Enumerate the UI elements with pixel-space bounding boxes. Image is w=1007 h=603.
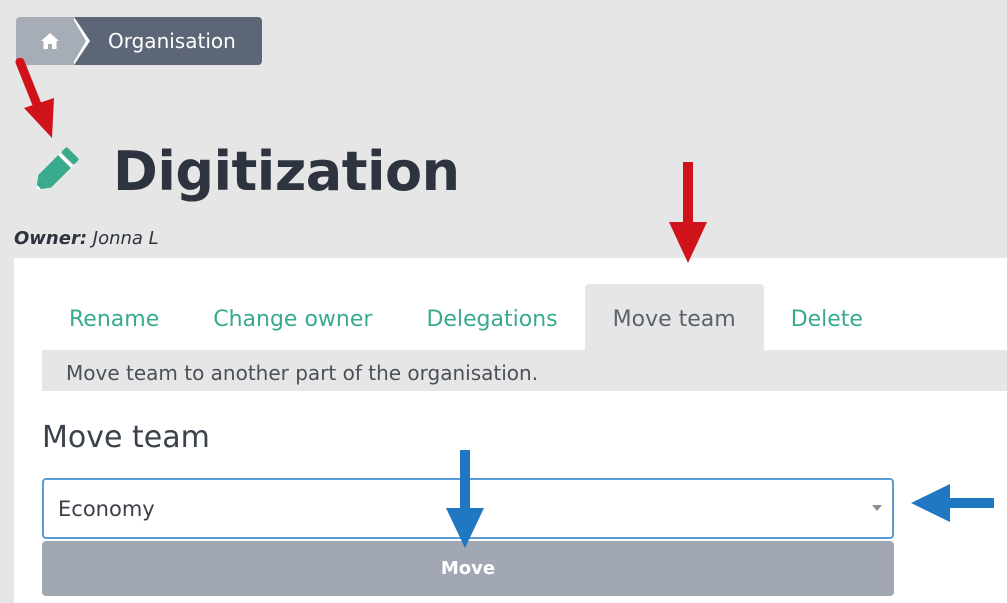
breadcrumb-separator-fill — [72, 17, 86, 65]
chevron-down-icon[interactable] — [872, 505, 882, 511]
section-title: Move team — [42, 420, 210, 455]
tab-description: Move team to another part of the organis… — [42, 350, 1007, 391]
action-tabs: Rename Change owner Delegations Move tea… — [42, 284, 890, 350]
page-title: Digitization — [113, 140, 460, 203]
red-arrow-icon — [15, 58, 54, 138]
select-value: Economy — [58, 497, 155, 521]
owner-line: Owner: Jonna L — [14, 228, 159, 249]
tab-move-team[interactable]: Move team — [584, 284, 764, 350]
owner-label: Owner: — [14, 228, 88, 249]
tab-rename[interactable]: Rename — [42, 284, 186, 350]
tab-delegations[interactable]: Delegations — [399, 284, 584, 350]
left-border-strip — [0, 258, 14, 603]
breadcrumb-item-organisation[interactable]: Organisation — [74, 17, 262, 65]
owner-name: Jonna L — [92, 228, 159, 249]
pencil-icon[interactable] — [26, 142, 86, 202]
tab-delete[interactable]: Delete — [764, 284, 890, 350]
blue-arrow-icon — [911, 484, 994, 522]
red-arrow-icon — [669, 162, 707, 263]
tab-change-owner[interactable]: Change owner — [186, 284, 399, 350]
blue-arrow-icon — [446, 450, 484, 548]
home-icon — [40, 32, 60, 54]
